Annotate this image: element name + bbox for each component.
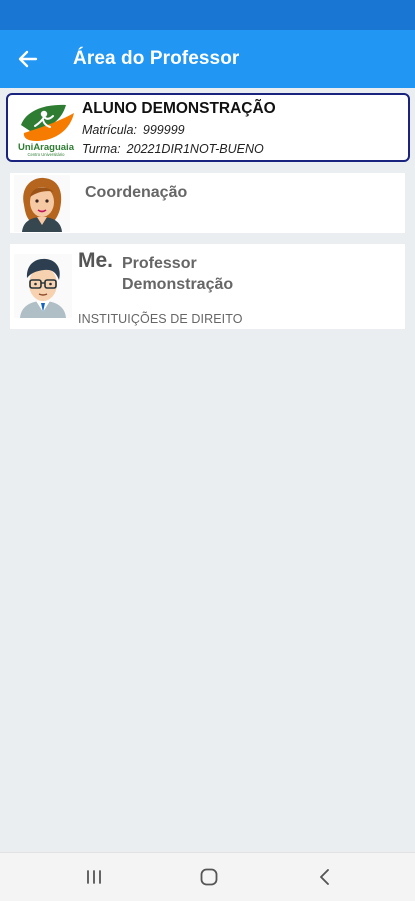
class-label: Turma: <box>82 142 121 156</box>
professor-name: Professor Demonstração <box>122 255 234 293</box>
nav-back-icon <box>320 869 329 885</box>
uniaraguaia-logo: UniAraguaia Centro Universitário <box>18 104 75 157</box>
male-avatar-icon <box>14 254 72 318</box>
female-avatar-icon <box>14 175 70 232</box>
home-icon <box>200 868 218 886</box>
professor-title: Me. <box>78 249 114 272</box>
registration-label: Matrícula: <box>82 123 137 137</box>
student-name: ALUNO DEMONSTRAÇÃO <box>82 100 276 117</box>
recents-button[interactable] <box>74 863 114 891</box>
coordination-label: Coordenação <box>85 184 188 201</box>
back-button[interactable] <box>12 43 44 75</box>
status-bar <box>0 0 415 30</box>
registration-value: 999999 <box>142 123 185 137</box>
student-card[interactable]: UniAraguaia Centro Universitário ALUNO D… <box>6 93 410 162</box>
recents-icon <box>87 870 101 884</box>
nav-back-button[interactable] <box>305 863 345 891</box>
class-row: Turma: 20221DIR1NOT-BUENO <box>82 142 264 156</box>
logo-subtext: Centro Universitário <box>27 152 65 157</box>
coordination-item[interactable]: Coordenação <box>10 173 405 233</box>
professor-item[interactable]: Me. Professor Demonstração INSTITUIÇÕES … <box>10 244 405 329</box>
system-nav-bar <box>0 852 415 901</box>
class-value: 20221DIR1NOT-BUENO <box>126 142 264 156</box>
registration-row: Matrícula: 999999 <box>82 123 185 137</box>
page-title: Área do Professor <box>73 48 240 69</box>
arrow-left-icon <box>18 50 38 68</box>
professor-subject: INSTITUIÇÕES DE DIREITO <box>78 312 243 326</box>
app-bar: Área do Professor <box>0 30 415 88</box>
home-button[interactable] <box>189 863 229 891</box>
